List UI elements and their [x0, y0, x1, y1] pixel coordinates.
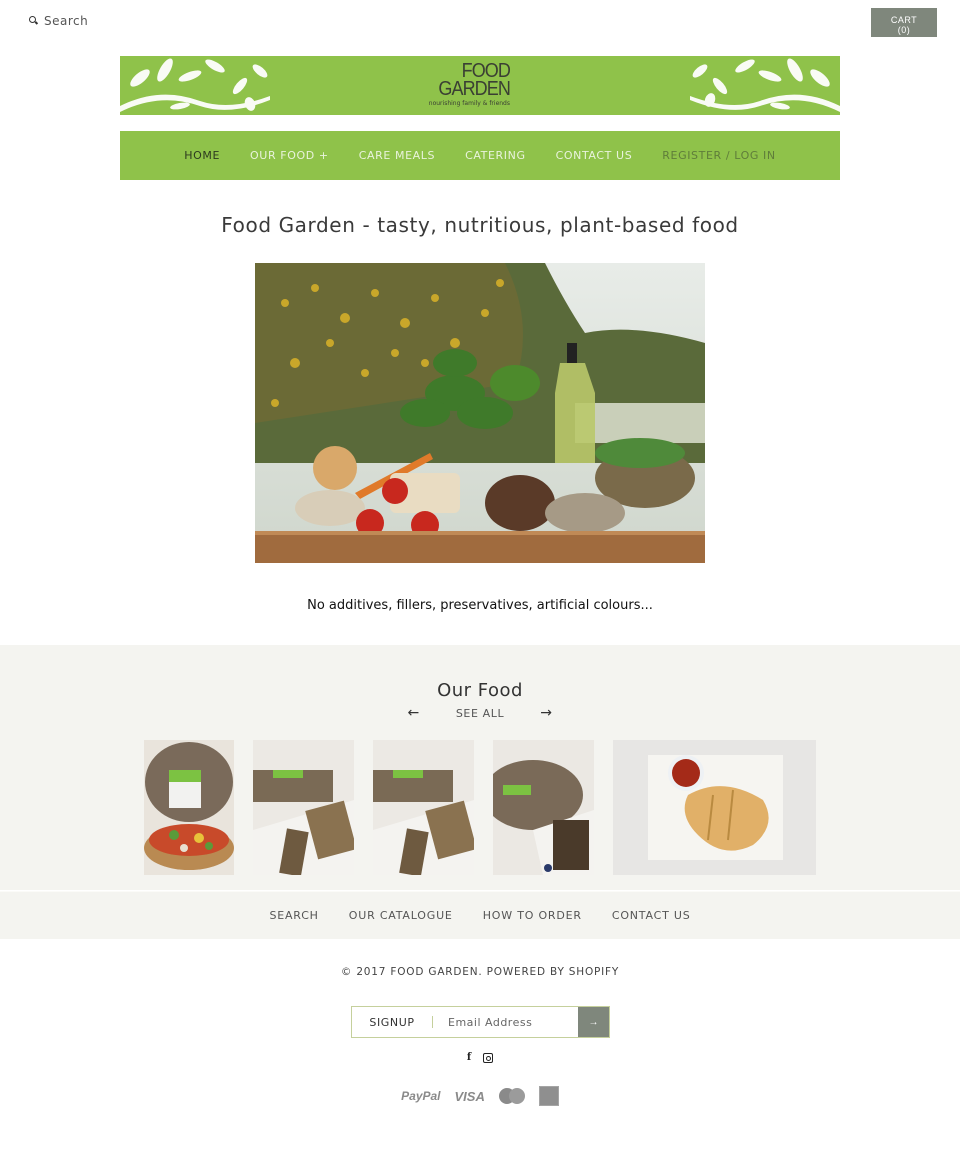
facebook-icon[interactable]: f — [467, 1052, 471, 1063]
olive-branch-left-icon — [120, 58, 270, 112]
page-title: Food Garden - tasty, nutritious, plant-b… — [221, 213, 739, 237]
hero-image — [255, 263, 705, 563]
email-input[interactable] — [433, 1007, 579, 1037]
nav-item-catering[interactable]: CATERING — [465, 149, 525, 162]
footer-link-how-to-order[interactable]: HOW TO ORDER — [483, 909, 582, 922]
logo-tagline: nourishing family & friends — [428, 100, 510, 107]
payment-methods: PayPal VISA — [0, 1086, 960, 1106]
nav-item-contact-us[interactable]: CONTACT US — [556, 149, 633, 162]
arrow-left-icon[interactable]: ← — [407, 705, 419, 721]
our-food-title: Our Food — [437, 680, 523, 701]
product-card[interactable] — [613, 740, 816, 875]
main-nav: HOME OUR FOOD + CARE MEALS CATERING CONT… — [120, 131, 840, 180]
search-icon — [29, 16, 39, 26]
olive-branch-right-icon — [690, 58, 840, 112]
footer-link-catalogue[interactable]: OUR CATALOGUE — [349, 909, 453, 922]
instagram-icon[interactable] — [483, 1053, 494, 1063]
nav-item-care-meals[interactable]: CARE MEALS — [359, 149, 435, 162]
cart-button[interactable]: CART (0) — [871, 8, 937, 37]
product-card[interactable] — [253, 740, 354, 875]
arrow-right-icon[interactable]: → — [540, 705, 552, 721]
amex-icon — [538, 1086, 559, 1106]
nav-item-home[interactable]: HOME — [184, 149, 220, 162]
mastercard-icon — [498, 1088, 525, 1104]
our-food-section: Our Food ← SEE ALL → — [0, 645, 960, 890]
top-bar: Search CART (0) — [0, 0, 960, 45]
tagline: No additives, fillers, preservatives, ar… — [307, 598, 653, 613]
signup-submit-button[interactable]: → — [578, 1007, 609, 1037]
cart-label: CART — [890, 15, 918, 25]
product-card[interactable] — [144, 740, 234, 875]
visa-icon: VISA — [454, 1088, 485, 1104]
product-card[interactable] — [493, 740, 594, 875]
search-label: Search — [44, 14, 89, 28]
footer-link-search[interactable]: SEARCH — [269, 909, 318, 922]
copyright: © 2017 FOOD GARDEN. POWERED BY SHOPIFY — [340, 966, 620, 978]
paypal-icon: PayPal — [401, 1089, 441, 1103]
newsletter-form: SIGNUP → — [351, 1006, 610, 1038]
cart-count: (0) — [897, 25, 911, 35]
nav-item-our-food[interactable]: OUR FOOD + — [250, 149, 329, 162]
footer-link-contact-us[interactable]: CONTACT US — [612, 909, 691, 922]
nav-item-register-login[interactable]: REGISTER / LOG IN — [662, 149, 775, 162]
footer-nav: SEARCH OUR CATALOGUE HOW TO ORDER CONTAC… — [0, 891, 960, 939]
signup-label: SIGNUP — [369, 1015, 415, 1029]
social-links: f — [0, 1052, 960, 1063]
search-link[interactable]: Search — [29, 14, 88, 28]
product-card[interactable] — [373, 740, 474, 875]
see-all-link[interactable]: SEE ALL — [456, 707, 504, 720]
site-banner[interactable]: FOOD GARDEN nourishing family & friends — [120, 56, 840, 115]
logo-text-garden: GARDEN — [438, 78, 511, 100]
site-logo[interactable]: FOOD GARDEN nourishing family & friends — [410, 61, 511, 107]
carousel-controls: ← SEE ALL → — [0, 705, 960, 721]
